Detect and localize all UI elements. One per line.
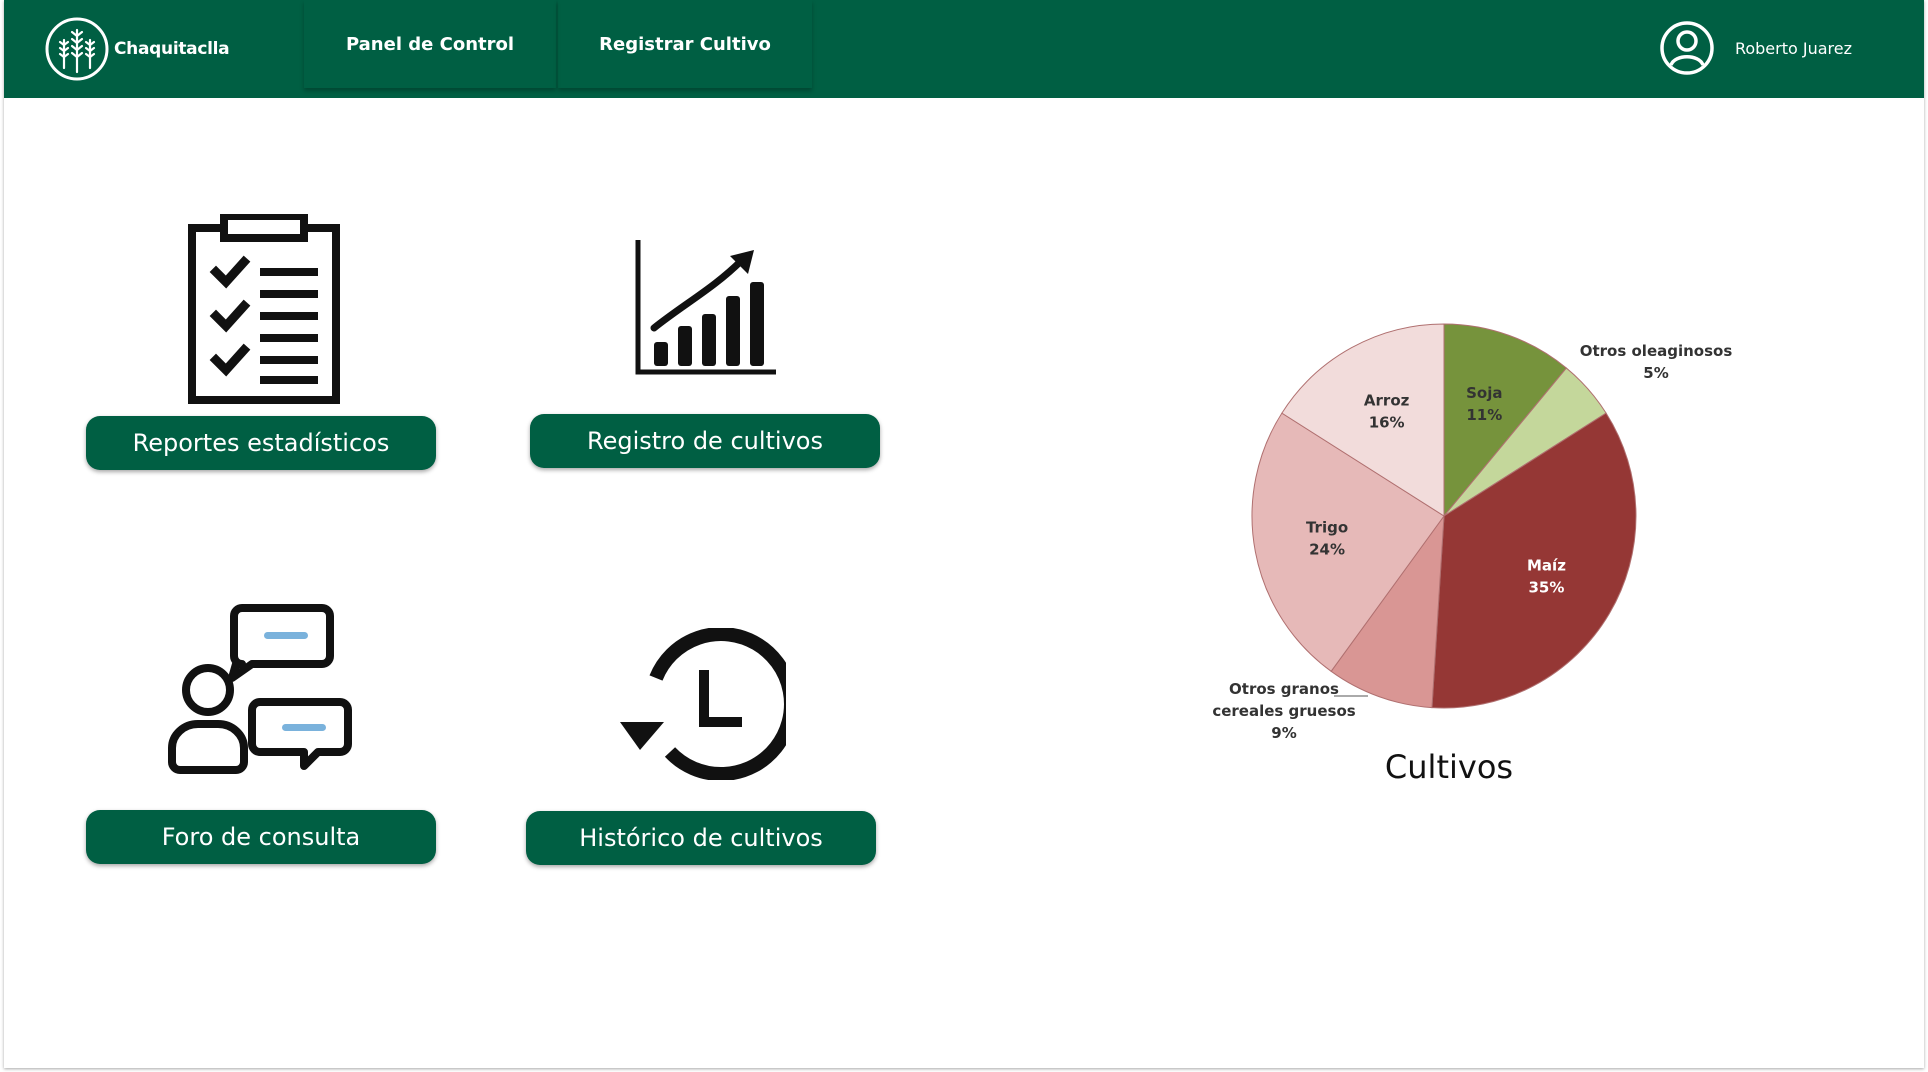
brand-name: Chaquitaclla — [114, 39, 230, 59]
pie-label-otros-oleaginosos: Otros oleaginosos 5% — [1580, 342, 1733, 382]
registro-de-cultivos-button[interactable]: Registro de cultivos — [530, 414, 880, 468]
clipboard-checklist-icon — [188, 214, 340, 404]
wheat-logo-icon — [45, 17, 109, 81]
top-navbar: Chaquitaclla Panel de Control Registrar … — [4, 0, 1924, 98]
cultivos-pie-chart: Soja 11%Otros oleaginosos 5%Maíz 35%Otros g… — [1212, 323, 1733, 742]
history-clock-icon — [620, 628, 786, 780]
growth-chart-icon — [635, 240, 776, 375]
foro-de-consulta-button[interactable]: Foro de consulta — [86, 810, 436, 864]
chat-users-icon — [168, 604, 352, 774]
pie-label-otros-granos-cereales-gruesos: Otros granos cereales gruesos 9% — [1212, 680, 1355, 742]
user-circle-icon — [1660, 21, 1714, 75]
brand-logo[interactable]: Chaquitaclla — [44, 16, 230, 82]
reportes-estadisticos-button[interactable]: Reportes estadísticos — [86, 416, 436, 470]
user-menu[interactable]: Roberto Juarez — [1659, 18, 1852, 78]
historico-de-cultivos-button[interactable]: Histórico de cultivos — [526, 811, 876, 865]
app-window: Chaquitaclla Panel de Control Registrar … — [4, 0, 1924, 1068]
nav-panel-de-control[interactable]: Panel de Control — [304, 0, 556, 88]
nav-registrar-cultivo[interactable]: Registrar Cultivo — [558, 0, 812, 88]
chart-title: Cultivos — [1384, 748, 1514, 786]
user-name: Roberto Juarez — [1734, 38, 1852, 58]
